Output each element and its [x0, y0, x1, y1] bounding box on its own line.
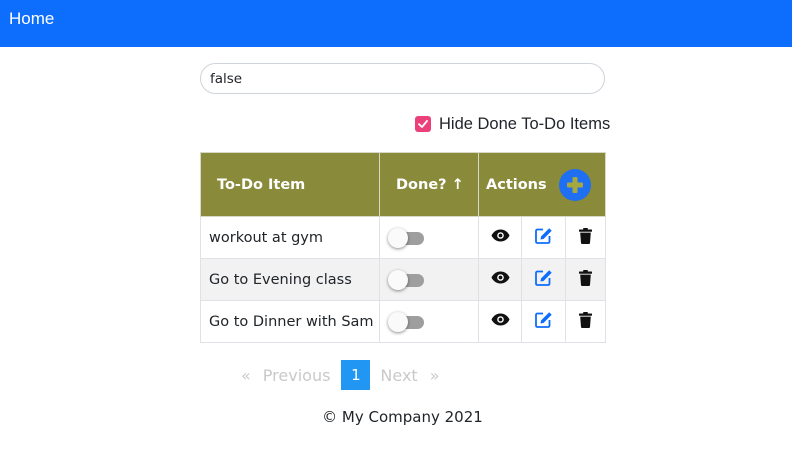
table-row: Go to Evening class — [200, 258, 606, 301]
delete-cell — [565, 258, 606, 301]
footer-copyright: © My Company 2021 — [322, 408, 483, 426]
edit-cell — [521, 300, 566, 343]
trash-icon[interactable] — [579, 311, 592, 328]
previous-arrow-icon: « — [241, 365, 251, 385]
edit-icon[interactable] — [534, 311, 553, 328]
pagination: « Previous 1 Next » — [230, 360, 450, 390]
eye-icon[interactable] — [491, 229, 510, 242]
nav-home-link[interactable]: Home — [9, 9, 54, 29]
hide-done-label: Hide Done To-Do Items — [439, 114, 611, 133]
search-input[interactable] — [200, 63, 605, 94]
table-row: workout at gym — [200, 216, 606, 259]
table-header-row: To-Do Item Done? ↑ Actions — [200, 152, 606, 217]
view-cell — [478, 216, 522, 259]
todo-item-text: workout at gym — [200, 216, 380, 259]
eye-icon[interactable] — [491, 313, 510, 326]
column-header-done[interactable]: Done? ↑ — [379, 152, 479, 217]
todo-table: To-Do Item Done? ↑ Actions workout at gy… — [200, 152, 606, 343]
toggle-knob — [388, 269, 408, 290]
page-number-button[interactable]: 1 — [341, 360, 371, 390]
done-cell — [379, 300, 479, 343]
trash-icon[interactable] — [579, 227, 592, 244]
checkmark-icon — [418, 120, 428, 128]
table-row: Go to Dinner with Sam — [200, 300, 606, 343]
next-page-button[interactable]: Next » — [370, 366, 449, 385]
hide-done-checkbox[interactable] — [415, 116, 431, 132]
edit-cell — [521, 258, 566, 301]
toggle-knob — [388, 227, 408, 248]
column-header-todo-item[interactable]: To-Do Item — [200, 152, 380, 217]
column-header-actions-label: Actions — [486, 176, 547, 193]
delete-cell — [565, 216, 606, 259]
todo-item-text: Go to Dinner with Sam — [200, 300, 380, 343]
trash-icon[interactable] — [579, 269, 592, 286]
toggle-knob — [388, 311, 408, 332]
todo-table-body: workout at gym Go to Evening class Go to D… — [200, 216, 606, 343]
edit-icon[interactable] — [534, 227, 553, 244]
plus-icon — [566, 176, 583, 193]
done-cell — [379, 216, 479, 259]
delete-cell — [565, 300, 606, 343]
edit-icon[interactable] — [534, 269, 553, 286]
add-todo-button[interactable] — [558, 168, 591, 201]
done-toggle[interactable] — [388, 311, 424, 332]
eye-icon[interactable] — [491, 271, 510, 284]
navbar: Home — [0, 0, 792, 47]
previous-page-label: Previous — [262, 365, 331, 385]
previous-page-button[interactable]: « Previous — [230, 366, 341, 385]
next-page-label: Next — [380, 365, 418, 385]
column-header-actions: Actions — [478, 152, 606, 217]
view-cell — [478, 258, 522, 301]
hide-done-filter[interactable]: Hide Done To-Do Items — [415, 114, 610, 134]
done-cell — [379, 258, 479, 301]
view-cell — [478, 300, 522, 343]
done-toggle[interactable] — [388, 227, 424, 248]
edit-cell — [521, 216, 566, 259]
next-arrow-icon: » — [429, 365, 440, 385]
done-toggle[interactable] — [388, 269, 424, 290]
todo-item-text: Go to Evening class — [200, 258, 380, 301]
